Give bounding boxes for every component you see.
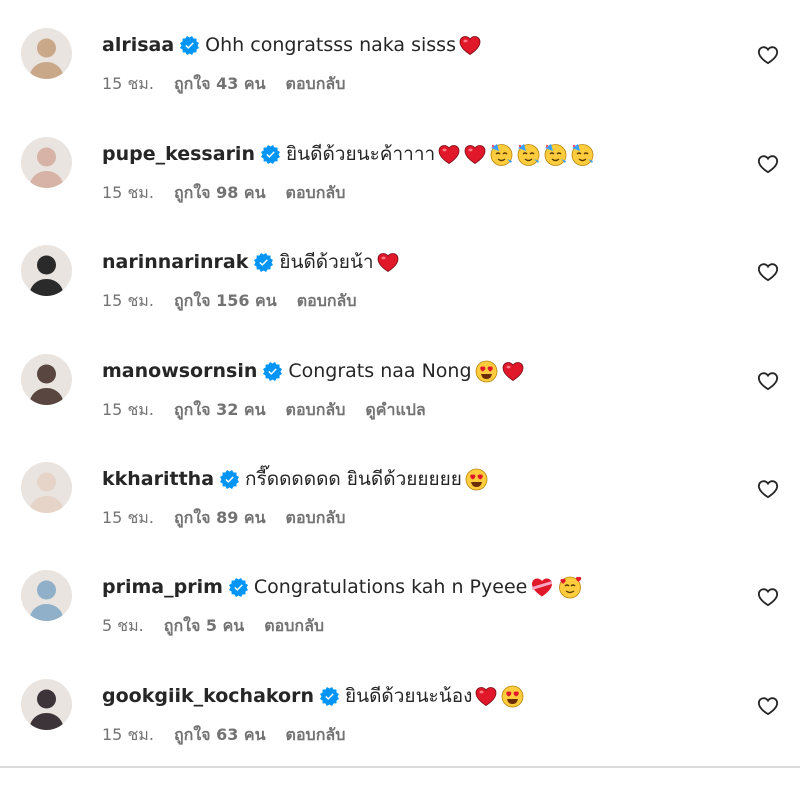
red-heart-emoji [463,142,487,166]
comment-row: pupe_kessarin ยินดีด้วยนะค้าาาา 15 ชม. ถ… [0,137,800,245]
avatar[interactable] [21,245,72,296]
comment-meta: 15 ชม. ถูกใจ 89 คน ตอบกลับ [102,506,345,531]
like-heart-icon[interactable] [757,370,779,392]
comment-time: 15 ชม. [102,74,154,93]
comment-meta: 15 ชม. ถูกใจ 63 คน ตอบกลับ [102,723,345,748]
like-heart-icon[interactable] [757,478,779,500]
red-heart-emoji [437,142,461,166]
see-translation-link[interactable]: ดูคำแปล [365,398,425,423]
reply-button[interactable]: ตอบกลับ [264,614,324,639]
username[interactable]: manowsornsin [102,360,257,382]
comment-header: kkharittha กรี๊ดดดดดด ยินดีด้วยยยยย [102,464,489,494]
comment-meta: 15 ชม. ถูกใจ 32 คน ตอบกลับ ดูคำแปล [102,398,426,423]
comment-header: pupe_kessarin ยินดีด้วยนะค้าาาา [102,139,595,169]
comment-time: 15 ชม. [102,725,154,744]
comment-row: kkharittha กรี๊ดดดดดด ยินดีด้วยยยยย 15 ช… [0,462,800,570]
red-heart-emoji [474,684,498,708]
comment-text: ยินดีด้วยนะค้าาาา [285,143,436,165]
comment-text: ยินดีด้วยนะน้อง [344,685,473,707]
like-heart-icon[interactable] [757,261,779,283]
comment-text: Congrats naa Nong [288,360,472,382]
like-heart-icon[interactable] [757,153,779,175]
username[interactable]: narinnarinrak [102,251,248,273]
comment-list: alrisaa Ohh congratsss naka sisss 15 ชม.… [0,0,800,770]
like-heart-icon[interactable] [757,695,779,717]
partying-face-emoji [570,142,595,167]
like-count-link[interactable]: ถูกใจ 98 คน [174,181,266,206]
username[interactable]: gookgiik_kochakorn [102,685,314,707]
comment-header: prima_prim Congratulations kah n Pyeee [102,572,583,602]
username[interactable]: alrisaa [102,34,174,56]
like-count-link[interactable]: ถูกใจ 43 คน [174,72,266,97]
partying-face-emoji [489,142,514,167]
comment-time: 15 ชม. [102,508,154,527]
comment-row: gookgiik_kochakorn ยินดีด้วยนะน้อง 15 ชม… [0,679,800,787]
comment-time: 15 ชม. [102,183,154,202]
verified-badge-icon [319,686,339,706]
comment-text: Ohh congratsss naka sisss [205,34,456,56]
comment-meta: 15 ชม. ถูกใจ 43 คน ตอบกลับ [102,72,345,97]
comment-meta: 15 ชม. ถูกใจ 156 คน ตอบกลับ [102,289,357,314]
avatar[interactable] [21,28,72,79]
comment-header: alrisaa Ohh congratsss naka sisss [102,30,482,60]
reply-button[interactable]: ตอบกลับ [286,506,346,531]
avatar[interactable] [21,462,72,513]
reply-button[interactable]: ตอบกลับ [286,723,346,748]
comment-header: manowsornsin Congrats naa Nong [102,356,525,386]
avatar[interactable] [21,679,72,730]
username[interactable]: kkharittha [102,468,214,490]
comment-meta: 15 ชม. ถูกใจ 98 คน ตอบกลับ [102,181,345,206]
comment-time: 15 ชม. [102,291,154,310]
verified-badge-icon [220,469,240,489]
verified-badge-icon [180,35,200,55]
comment-text: กรี๊ดดดดดด ยินดีด้วยยยยย [245,468,462,490]
avatar[interactable] [21,137,72,188]
comment-row: alrisaa Ohh congratsss naka sisss 15 ชม.… [0,28,800,136]
heart-eyes-emoji [474,359,499,384]
reply-button[interactable]: ตอบกลับ [297,289,357,314]
like-count-link[interactable]: ถูกใจ 5 คน [164,614,244,639]
like-heart-icon[interactable] [757,44,779,66]
username[interactable]: prima_prim [102,576,223,598]
divider [0,766,800,768]
comment-time: 15 ชม. [102,400,154,419]
avatar[interactable] [21,354,72,405]
reply-button[interactable]: ตอบกลับ [286,398,346,423]
comment-row: prima_prim Congratulations kah n Pyeee 5… [0,570,800,678]
comment-time: 5 ชม. [102,616,144,635]
comment-header: gookgiik_kochakorn ยินดีด้วยนะน้อง [102,681,525,711]
heart-with-ribbon-emoji [529,575,555,599]
comment-text: ยินดีด้วยน้า [279,251,374,273]
partying-face-emoji [543,142,568,167]
comment-text: Congratulations kah n Pyeee [253,576,528,598]
verified-badge-icon [260,144,280,164]
reply-button[interactable]: ตอบกลับ [286,181,346,206]
red-heart-emoji [458,33,482,57]
reply-button[interactable]: ตอบกลับ [286,72,346,97]
verified-badge-icon [228,577,248,597]
like-count-link[interactable]: ถูกใจ 156 คน [174,289,277,314]
like-count-link[interactable]: ถูกใจ 32 คน [174,398,266,423]
username[interactable]: pupe_kessarin [102,143,255,165]
like-count-link[interactable]: ถูกใจ 63 คน [174,723,266,748]
partying-face-emoji [516,142,541,167]
smiling-hearts-emoji [557,574,583,600]
comment-meta: 5 ชม. ถูกใจ 5 คน ตอบกลับ [102,614,324,639]
heart-eyes-emoji [464,467,489,492]
red-heart-emoji [376,250,400,274]
comment-row: narinnarinrak ยินดีด้วยน้า 15 ชม. ถูกใจ … [0,245,800,353]
verified-badge-icon [254,252,274,272]
comment-header: narinnarinrak ยินดีด้วยน้า [102,247,400,277]
avatar[interactable] [21,570,72,621]
verified-badge-icon [263,361,283,381]
like-heart-icon[interactable] [757,586,779,608]
red-heart-emoji [501,359,525,383]
like-count-link[interactable]: ถูกใจ 89 คน [174,506,266,531]
heart-eyes-emoji [500,684,525,709]
comment-row: manowsornsin Congrats naa Nong 15 ชม. ถู… [0,354,800,462]
